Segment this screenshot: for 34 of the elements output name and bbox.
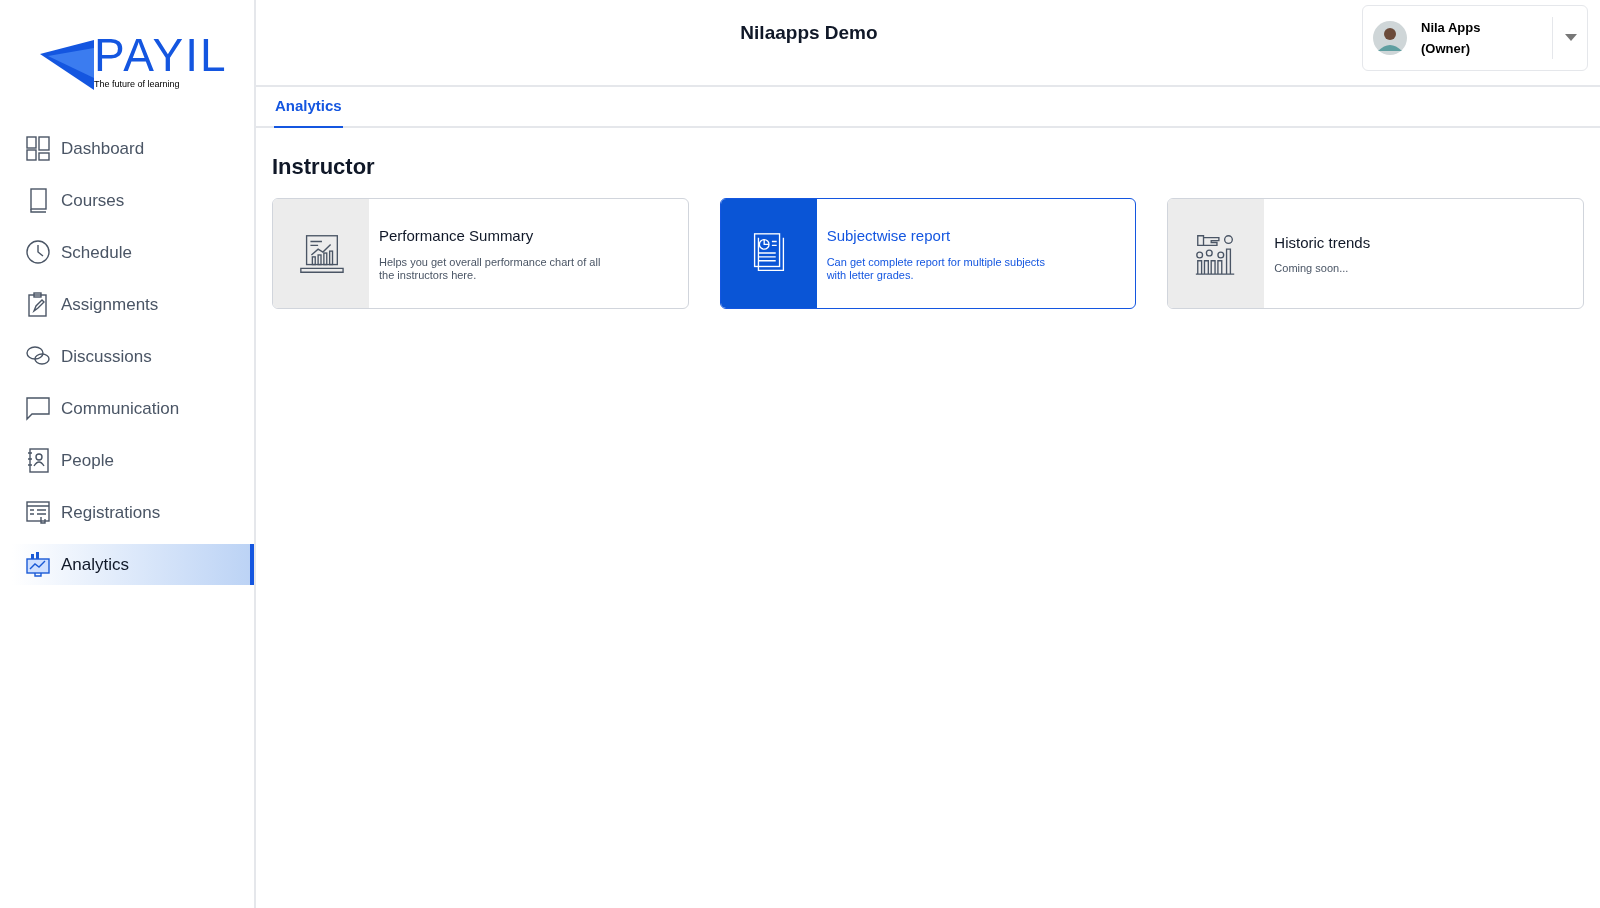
card-description: Can get complete report for multiple subjects with letter grades. [826,255,1046,282]
card-description: Coming soon... [1274,262,1350,276]
user-role: (Owner) [1421,39,1472,58]
sidebar-item[interactable]: Schedule [12,232,254,273]
speech-bubble-icon [25,395,51,422]
section-title: Instructor [272,153,376,181]
report-card[interactable]: Historic trends Coming soon... [1167,198,1584,309]
grid-icon [25,135,51,162]
tab[interactable]: Analytics [274,87,343,128]
sidebar-item[interactable]: Assignments [12,284,254,325]
page-title: Nilaapps Demo [740,21,878,46]
monitor-chart-icon [25,551,51,578]
card-description: Helps you get overall performance chart of all the instructors here. [379,255,602,282]
clock-icon [25,239,51,266]
sidebar-item[interactable]: Discussions [12,336,254,377]
sidebar-item[interactable]: Dashboard [12,128,254,169]
contact-book-icon [25,447,51,474]
card-title: Performance Summary [379,226,535,247]
form-pointer-icon [25,499,51,526]
avatar-icon [1373,20,1407,55]
card-title: Subjectwise report [826,226,952,247]
sidebar-item[interactable]: People [12,440,254,481]
report-card[interactable]: Subjectwise report Can get complete report for multiple subjects with letter grades. [719,198,1137,309]
sidebar-item[interactable]: Communication [12,388,254,429]
report-card[interactable]: Performance Summary Helps you get overall performance chart of all the instructors here. [272,198,689,309]
user-menu[interactable]: Nila Apps (Owner) [1362,4,1588,71]
sidebar-item[interactable]: Courses [12,180,254,221]
logo-tagline: The future of learning [94,78,181,91]
logo-icon [38,38,96,90]
card-title: Historic trends [1274,232,1371,253]
sidebar-item[interactable]: Registrations [12,492,254,533]
user-name: Nila Apps [1421,18,1482,37]
logo-text: PAYIL [94,32,228,78]
dropdown-caret-icon[interactable] [1565,33,1577,42]
